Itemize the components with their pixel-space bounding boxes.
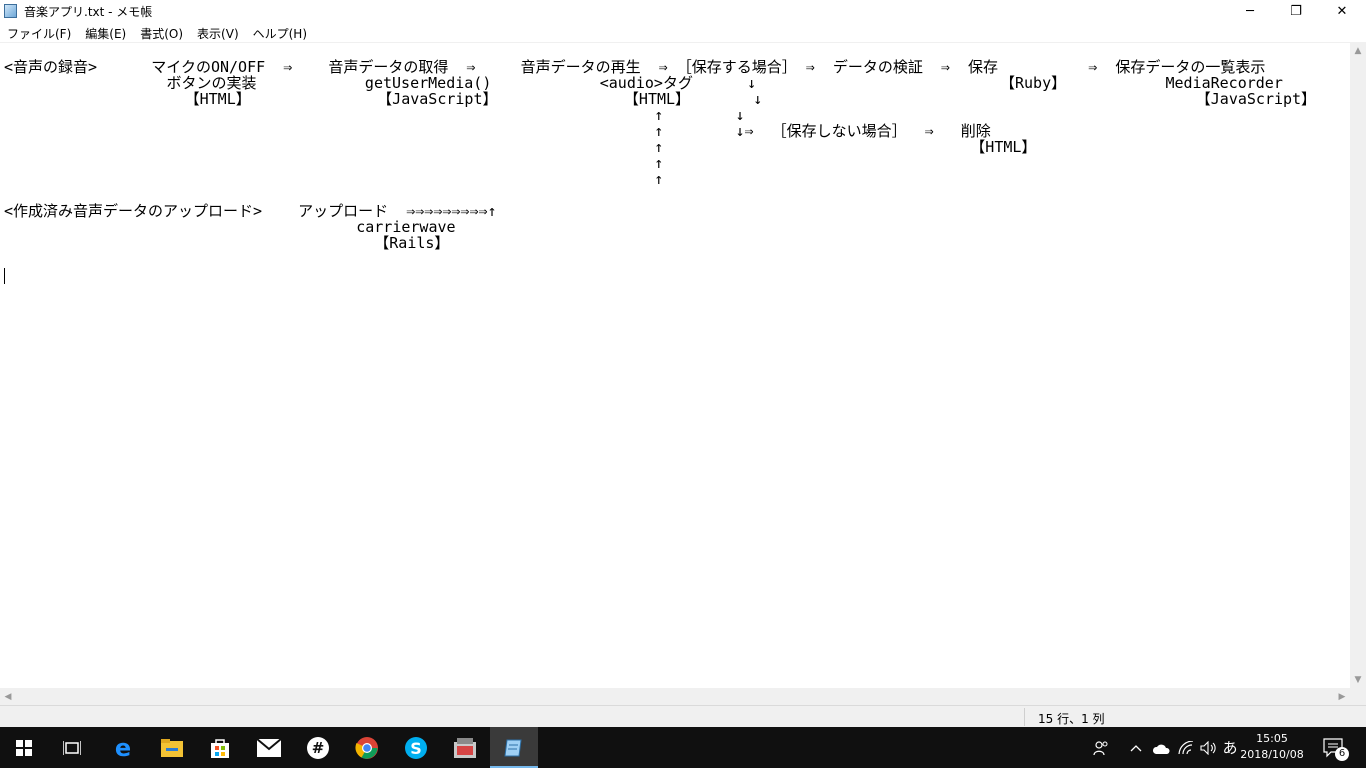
notepad-app-icon <box>4 4 17 18</box>
people-icon <box>1093 740 1108 755</box>
chrome-button[interactable] <box>343 727 391 768</box>
horizontal-scrollbar[interactable]: ◀ ▶ <box>0 688 1350 705</box>
store-button[interactable] <box>196 727 244 768</box>
ime-mode-indicator[interactable]: あ <box>1220 727 1240 768</box>
slack-icon: # <box>307 736 329 759</box>
text-line-1: <音声の録音> マイクのON/OFF ⇒ 音声データの取得 ⇒ 音声データの再生… <box>4 58 1266 76</box>
network-button[interactable] <box>1176 727 1196 768</box>
speaker-icon <box>1200 740 1216 755</box>
chrome-icon <box>355 736 378 759</box>
start-button[interactable] <box>0 727 48 768</box>
action-center-button[interactable]: 6 <box>1318 727 1350 768</box>
cursor-position: 15 行、1 列 <box>1038 712 1105 726</box>
photos-button[interactable] <box>441 727 489 768</box>
window-title: 音楽アプリ.txt - メモ帳 <box>24 5 153 19</box>
chevron-up-icon <box>1130 744 1142 751</box>
skype-button[interactable]: S <box>392 727 440 768</box>
text-line-9: <作成済み音声データのアップロード> アップロード ⇒⇒⇒⇒⇒⇒⇒⇒⇒↑ <box>4 202 497 220</box>
clock-date: 2018/10/08 <box>1240 748 1304 761</box>
volume-button[interactable] <box>1198 727 1220 768</box>
menu-format[interactable]: 書式(O) <box>133 22 190 42</box>
notepad-icon <box>504 739 522 756</box>
status-divider <box>1024 708 1025 726</box>
restore-button[interactable]: ❐ <box>1273 0 1319 22</box>
scroll-down-icon[interactable]: ▼ <box>1350 672 1366 688</box>
skype-icon: S <box>405 736 427 759</box>
slack-button[interactable]: # <box>294 727 342 768</box>
text-line-11: 【Rails】 <box>4 234 450 252</box>
vertical-scrollbar[interactable]: ▲ ▼ <box>1350 43 1366 688</box>
title-bar: 音楽アプリ.txt - メモ帳 ─ ❐ ✕ <box>0 0 1366 22</box>
clock-time: 15:05 <box>1256 732 1288 745</box>
menu-edit[interactable]: 編集(E) <box>78 22 133 42</box>
taskbar: e # S あ 15:05 2018/10/08 6 <box>0 727 1366 768</box>
taskbar-clock[interactable]: 15:05 2018/10/08 <box>1240 731 1304 763</box>
notification-count-badge: 6 <box>1335 747 1349 761</box>
menu-help[interactable]: ヘルプ(H) <box>246 22 314 42</box>
svg-text:e: e <box>115 737 131 759</box>
text-line-2: ボタンの実装 getUserMedia() <audio>タグ ↓ 【Ruby】… <box>4 74 1350 92</box>
scroll-left-icon[interactable]: ◀ <box>0 688 16 705</box>
edge-icon: e <box>115 737 131 759</box>
text-line-6: ↑ 【HTML】 <box>4 138 1037 156</box>
svg-text:S: S <box>410 739 422 758</box>
mail-button[interactable] <box>245 727 293 768</box>
people-button[interactable] <box>1089 727 1113 768</box>
edge-button[interactable]: e <box>99 727 147 768</box>
task-view-button[interactable] <box>48 727 96 768</box>
notepad-taskbar-button[interactable] <box>490 727 538 768</box>
text-line-5: ↑ ↓⇒ ［保存しない場合］ ⇒ 削除 <box>4 122 991 140</box>
close-icon: ✕ <box>1336 3 1348 19</box>
restore-icon: ❐ <box>1290 3 1302 19</box>
text-caret <box>4 268 5 284</box>
file-explorer-icon <box>161 738 183 757</box>
menu-view[interactable]: 表示(V) <box>190 22 246 42</box>
text-line-10: carrierwave <box>4 218 456 236</box>
minimize-icon: ─ <box>1246 3 1254 19</box>
onedrive-button[interactable] <box>1150 727 1172 768</box>
minimize-button[interactable]: ─ <box>1227 0 1273 22</box>
cloud-icon <box>1152 744 1170 754</box>
scroll-right-icon[interactable]: ▶ <box>1334 688 1350 705</box>
menu-file[interactable]: ファイル(F) <box>0 22 78 42</box>
scroll-up-icon[interactable]: ▲ <box>1350 43 1366 59</box>
text-editor[interactable]: <音声の録音> マイクのON/OFF ⇒ 音声データの取得 ⇒ 音声データの再生… <box>0 43 1350 688</box>
file-explorer-button[interactable] <box>148 727 196 768</box>
menu-bar: ファイル(F) 編集(E) 書式(O) 表示(V) ヘルプ(H) <box>0 22 1366 43</box>
photos-icon <box>454 737 476 758</box>
text-line-4: ↑ ↓ <box>4 106 745 124</box>
show-hidden-icons-button[interactable] <box>1126 727 1146 768</box>
windows-start-icon <box>16 739 32 756</box>
close-button[interactable]: ✕ <box>1319 0 1365 22</box>
scrollbar-corner <box>1350 688 1366 705</box>
svg-text:#: # <box>312 739 325 757</box>
mail-icon <box>257 738 281 757</box>
status-bar: 15 行、1 列 <box>0 705 1366 727</box>
text-line-7: ↑ <box>4 154 664 172</box>
task-view-icon <box>63 740 81 755</box>
text-line-8: ↑ <box>4 170 664 188</box>
wifi-icon <box>1178 740 1194 754</box>
text-line-3: 【HTML】 【JavaScript】 【HTML】 ↓ 【JavaScript… <box>4 90 1317 108</box>
store-icon <box>211 738 229 758</box>
